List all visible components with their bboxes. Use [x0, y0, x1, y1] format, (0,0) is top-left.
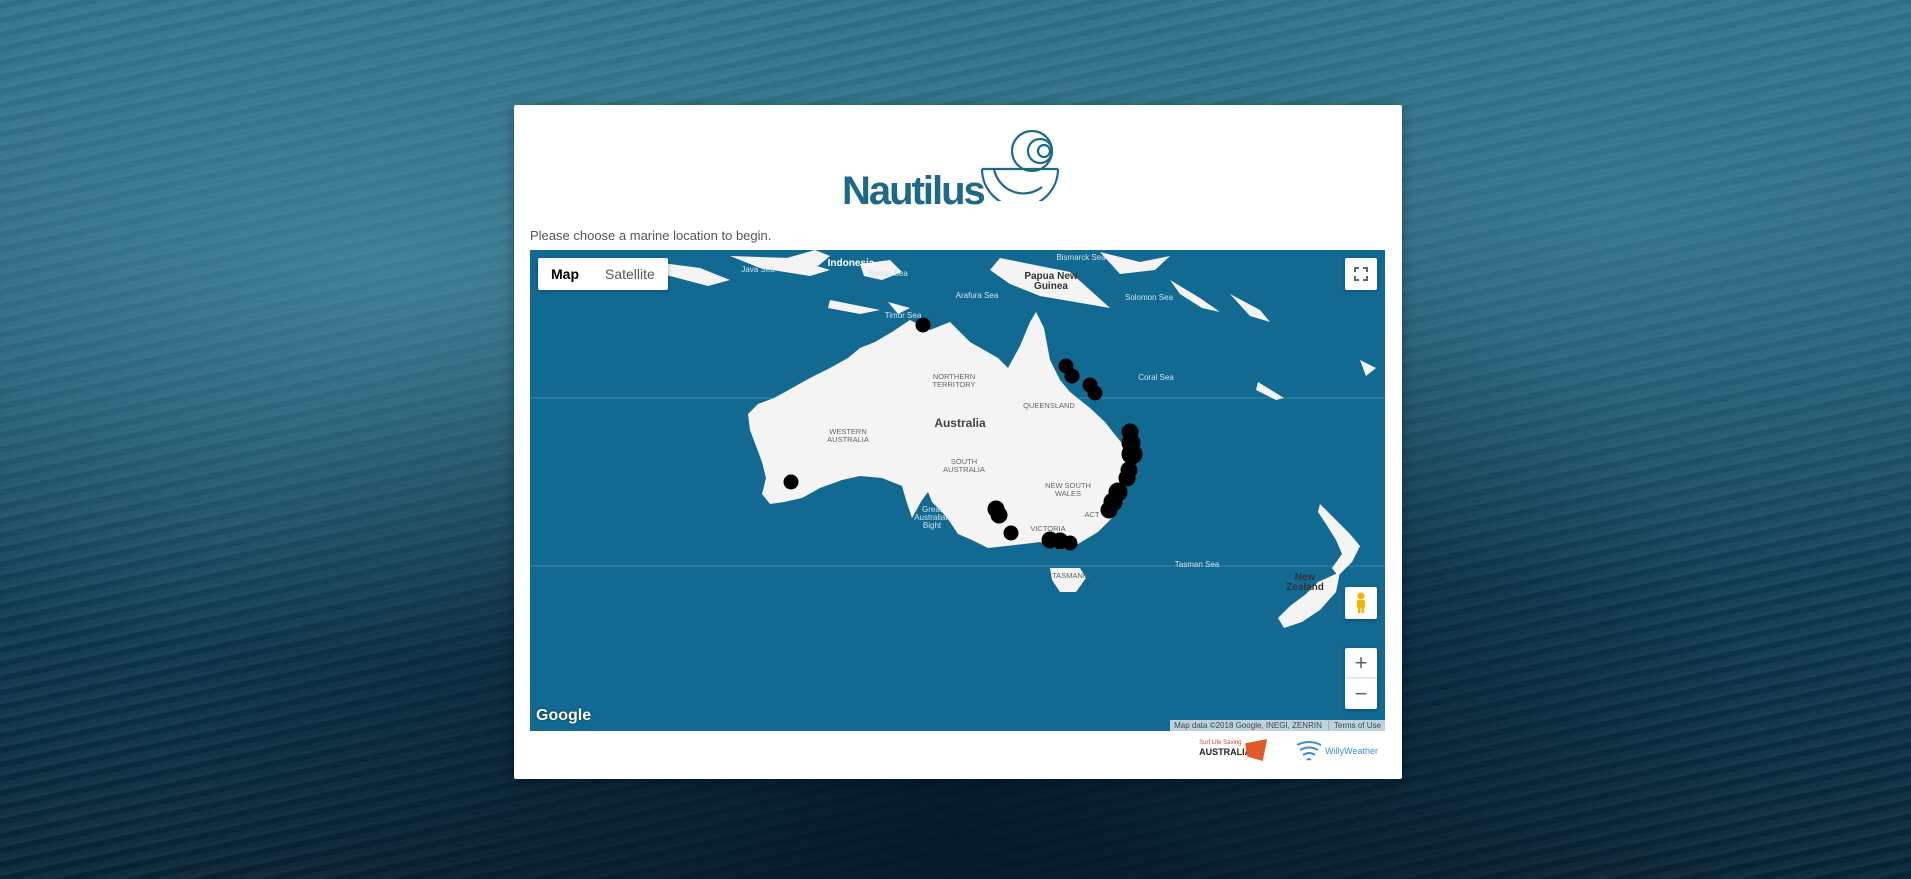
google-logo[interactable]: Google — [536, 707, 591, 725]
label-act: ACT — [1085, 510, 1100, 519]
label-banda-sea: Banda Sea — [868, 269, 908, 278]
label-qld: QUEENSLAND — [1023, 401, 1075, 410]
label-indonesia: Indonesia — [828, 258, 875, 269]
nautilus-logo: Nautilus — [842, 129, 1072, 213]
location-marker[interactable] — [1121, 443, 1143, 465]
fullscreen-button[interactable] — [1345, 258, 1377, 290]
label-nsw-2: WALES — [1055, 489, 1081, 498]
label-png-2: Guinea — [1034, 281, 1068, 292]
pegman-icon — [1357, 592, 1365, 613]
terms-of-use-link[interactable]: Terms of Use — [1327, 721, 1381, 730]
sla-top-text: Surf Life Saving — [1199, 740, 1242, 746]
intro-text: Please choose a marine location to begin… — [530, 228, 772, 243]
label-tas: TASMANIA — [1052, 571, 1090, 580]
willyweather-swirl-icon — [1296, 741, 1322, 761]
location-marker[interactable] — [783, 474, 799, 490]
location-marker[interactable] — [915, 317, 931, 333]
map-attribution: Map data ©2018 Google, INEGI, ZENRIN Ter… — [1170, 720, 1385, 731]
label-timor-sea: Timor Sea — [885, 311, 922, 320]
map-data-credit: Map data ©2018 Google, INEGI, ZENRIN — [1174, 721, 1322, 730]
sla-mark-icon — [1245, 739, 1268, 761]
label-java-sea: Java Sea — [741, 265, 775, 274]
label-coral-sea: Coral Sea — [1138, 373, 1174, 382]
sla-main-text: AUSTRALIA — [1199, 747, 1252, 757]
label-wa-2: AUSTRALIA — [827, 435, 869, 444]
street-view-pegman-button[interactable] — [1345, 587, 1377, 619]
logo-text: Nautilus — [842, 169, 986, 213]
location-marker[interactable] — [1064, 368, 1080, 384]
sponsor-logos: Surf Life Saving AUSTRALIA WillyWeather — [1199, 737, 1378, 765]
label-solomon-sea: Solomon Sea — [1125, 293, 1174, 302]
label-arafura-sea: Arafura Sea — [956, 291, 999, 300]
willyweather-logo[interactable]: WillyWeather — [1295, 739, 1378, 763]
label-gab-3: Bight — [923, 521, 942, 530]
label-nz-2: Zealand — [1286, 582, 1324, 593]
map-type-satellite-button[interactable]: Satellite — [592, 258, 668, 290]
label-australia: Australia — [934, 416, 986, 430]
willyweather-text: WillyWeather — [1325, 746, 1378, 756]
location-marker[interactable] — [1087, 385, 1103, 401]
location-marker[interactable] — [1062, 535, 1078, 551]
fullscreen-icon — [1354, 267, 1368, 281]
label-vic: VICTORIA — [1030, 524, 1065, 533]
nautilus-shell-icon — [980, 129, 1060, 201]
location-marker[interactable] — [1003, 525, 1019, 541]
label-sa-2: AUSTRALIA — [943, 465, 985, 474]
map-type-control: Map Satellite — [538, 258, 668, 290]
location-marker[interactable] — [1100, 501, 1118, 519]
surf-life-saving-logo[interactable]: Surf Life Saving AUSTRALIA — [1199, 737, 1269, 765]
location-map[interactable]: Indonesia Java Sea Banda Sea Bismarck Se… — [530, 250, 1385, 731]
location-card: Nautilus Please choose a marine location… — [514, 105, 1402, 779]
map-land: Indonesia Java Sea Banda Sea Bismarck Se… — [530, 250, 1385, 628]
label-nt-2: TERRITORY — [932, 380, 975, 389]
map-type-map-button[interactable]: Map — [538, 258, 592, 290]
zoom-in-button[interactable]: + — [1345, 648, 1377, 678]
location-marker[interactable] — [1118, 469, 1136, 487]
landmass — [640, 250, 1376, 628]
label-tasman-sea: Tasman Sea — [1175, 560, 1220, 569]
label-bismarck-sea: Bismarck Sea — [1056, 253, 1106, 262]
location-marker[interactable] — [990, 506, 1008, 524]
zoom-out-button[interactable]: − — [1345, 678, 1377, 709]
